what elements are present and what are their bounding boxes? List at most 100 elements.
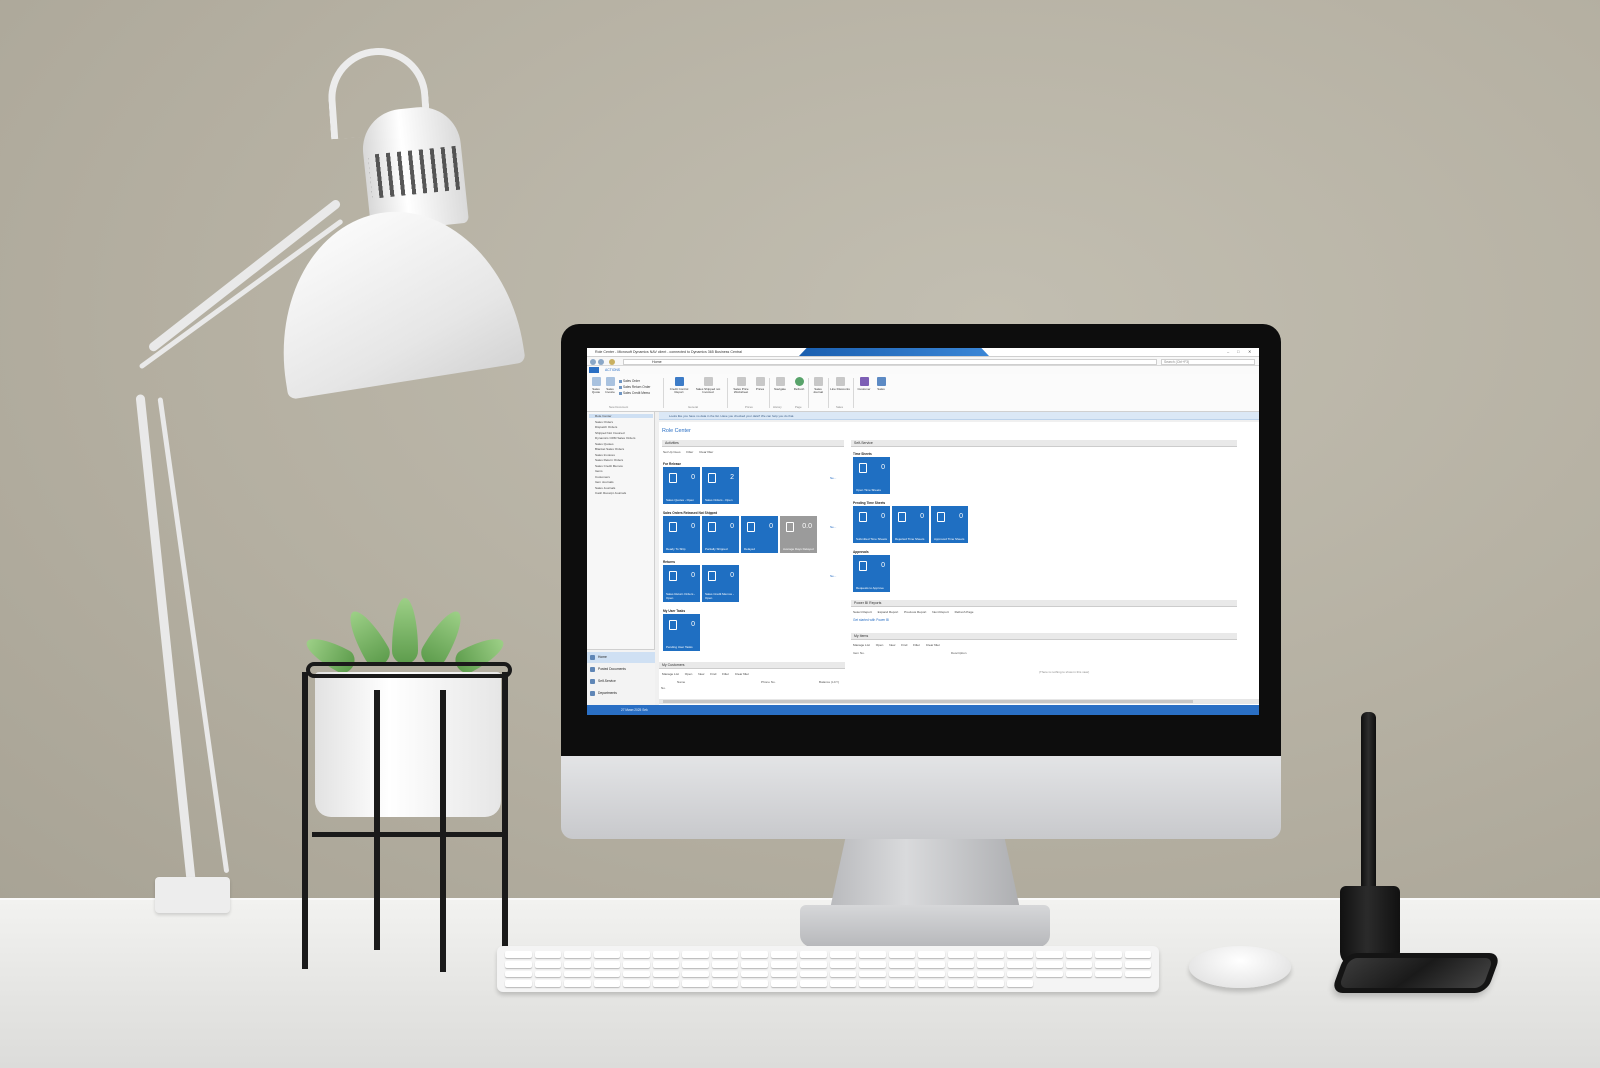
keyboard-key[interactable] [918, 960, 945, 968]
keyboard-key[interactable] [1065, 970, 1092, 978]
keyboard-key[interactable] [888, 980, 915, 987]
address-field[interactable]: Home [623, 358, 1157, 365]
keyboard-key[interactable] [682, 970, 709, 978]
cue-tile[interactable]: 0 Requests to Approve [853, 555, 890, 592]
keyboard-key[interactable] [1095, 951, 1122, 958]
keyboard-key[interactable] [800, 951, 827, 958]
keyboard-key[interactable] [770, 970, 797, 978]
manage-list-button[interactable]: Manage List [853, 643, 870, 647]
keyboard-key[interactable] [711, 951, 738, 958]
keyboard-key[interactable] [947, 970, 974, 978]
nav-list-item[interactable]: Sales Journals [595, 486, 615, 490]
keyboard-key[interactable] [1036, 951, 1063, 958]
search-input[interactable]: Search (Ctrl+F3) [1161, 358, 1255, 365]
keyboard-key[interactable] [829, 980, 856, 987]
keyboard-key[interactable] [888, 960, 915, 968]
keyboard-key[interactable] [1006, 980, 1033, 987]
keyboard-key[interactable] [977, 970, 1004, 978]
keyboard-key[interactable] [1095, 970, 1122, 978]
keyboard-key[interactable] [1065, 960, 1092, 968]
new-button[interactable]: New [889, 643, 895, 647]
keyboard-key[interactable] [1124, 970, 1151, 978]
nav-home[interactable]: Home [587, 652, 655, 663]
keyboard-key[interactable] [505, 970, 532, 978]
open-button[interactable]: Open [876, 643, 884, 647]
clear-filter-button[interactable]: Clear filter [699, 450, 713, 454]
select-report-button[interactable]: Select Report [853, 610, 872, 614]
sales-return-order-button[interactable]: Sales Return Order [619, 385, 650, 389]
nav-list-item[interactable]: Role Center [589, 414, 653, 418]
filter-button[interactable]: Filter [686, 450, 693, 454]
keyboard-key[interactable] [534, 970, 561, 978]
keyboard-key[interactable] [947, 980, 974, 987]
keyboard-key[interactable] [741, 970, 768, 978]
keyboard-key[interactable] [711, 970, 738, 978]
mouse[interactable] [1189, 946, 1291, 988]
refresh-page-button[interactable]: Refresh Page [955, 610, 974, 614]
keyboard-key[interactable] [859, 980, 886, 987]
nav-list-item[interactable]: Blanket Sales Orders [595, 447, 624, 451]
more-link[interactable]: Ne... [830, 525, 836, 529]
keyboard-key[interactable] [1065, 951, 1092, 958]
keyboard-key[interactable] [770, 951, 797, 958]
keyboard-key[interactable] [947, 951, 974, 958]
nav-list-item[interactable]: Items [595, 469, 603, 473]
filter-button[interactable]: Filter [913, 643, 920, 647]
back-icon[interactable] [590, 358, 596, 365]
keyboard-key[interactable] [623, 980, 650, 987]
column-header[interactable]: Name [677, 680, 685, 684]
next-report-button[interactable]: Next Report [932, 610, 949, 614]
nav-posted-documents[interactable]: Posted Documents [587, 664, 655, 675]
forward-icon[interactable] [598, 358, 604, 365]
nav-list-item[interactable]: Shipped Not Invoiced [595, 431, 624, 435]
keyboard-key[interactable] [564, 980, 591, 987]
keyboard-key[interactable] [859, 970, 886, 978]
keyboard-key[interactable] [534, 980, 561, 987]
keyboard-key[interactable] [977, 960, 1004, 968]
clear-filter-button[interactable]: Clear filter [926, 643, 940, 647]
cue-tile[interactable]: 0 Delayed [741, 516, 778, 553]
power-bi-link[interactable]: Get started with Power BI [853, 618, 889, 622]
refresh-button[interactable]: Refresh [792, 377, 806, 391]
cue-tile[interactable]: 0.0 Average Days Delayed [780, 516, 817, 553]
maximize-icon[interactable]: □ [1237, 349, 1239, 354]
keyboard-key[interactable] [1036, 970, 1063, 978]
keyboard-key[interactable] [623, 951, 650, 958]
tab-actions[interactable]: ACTIONS [605, 368, 620, 372]
keyboard-key[interactable] [505, 960, 532, 968]
find-button[interactable]: Find [710, 672, 716, 676]
keyboard-key[interactable] [800, 980, 827, 987]
keyboard-key[interactable] [1095, 960, 1122, 968]
sales-invoice-button[interactable]: Sales Invoice [604, 377, 616, 395]
nav-list-item[interactable]: Item Journals [595, 480, 614, 484]
more-link[interactable]: Ne... [830, 574, 836, 578]
keyboard-key[interactable] [593, 970, 620, 978]
keyboard-key[interactable] [593, 951, 620, 958]
keyboard-key[interactable] [564, 970, 591, 978]
keyboard-key[interactable] [859, 960, 886, 968]
set-up-cues-button[interactable]: Set Up Cues [663, 450, 681, 454]
keyboard-key[interactable] [593, 960, 620, 968]
keyboard-key[interactable] [1124, 951, 1151, 958]
keyboard-key[interactable] [1006, 951, 1033, 958]
keyboard-key[interactable] [1036, 960, 1063, 968]
keyboard-key[interactable] [505, 980, 532, 987]
keyboard-key[interactable] [888, 951, 915, 958]
home-icon[interactable] [609, 358, 615, 365]
cue-tile[interactable]: 0 Sales Credit Memos - Open [702, 565, 739, 602]
keyboard-key[interactable] [829, 951, 856, 958]
cue-tile[interactable]: 0 Pending User Tasks [663, 614, 700, 651]
sales-report-button[interactable]: Sales [874, 377, 888, 391]
keyboard-key[interactable] [505, 951, 532, 958]
cue-tile[interactable]: 0 Submitted Time Sheets [853, 506, 890, 543]
sales-quote-button[interactable]: Sales Quote [590, 377, 602, 395]
keyboard-key[interactable] [977, 951, 1004, 958]
keyboard-key[interactable] [564, 951, 591, 958]
self-service-header[interactable]: Self-Service [851, 440, 1237, 447]
keyboard-key[interactable] [534, 951, 561, 958]
keyboard-key[interactable] [652, 970, 679, 978]
nav-list-item[interactable]: Dynamics CRM Sales Orders [595, 436, 635, 440]
keyboard-key[interactable] [652, 960, 679, 968]
keyboard-key[interactable] [682, 960, 709, 968]
cue-tile[interactable]: 2 Sales Orders - Open [702, 467, 739, 504]
